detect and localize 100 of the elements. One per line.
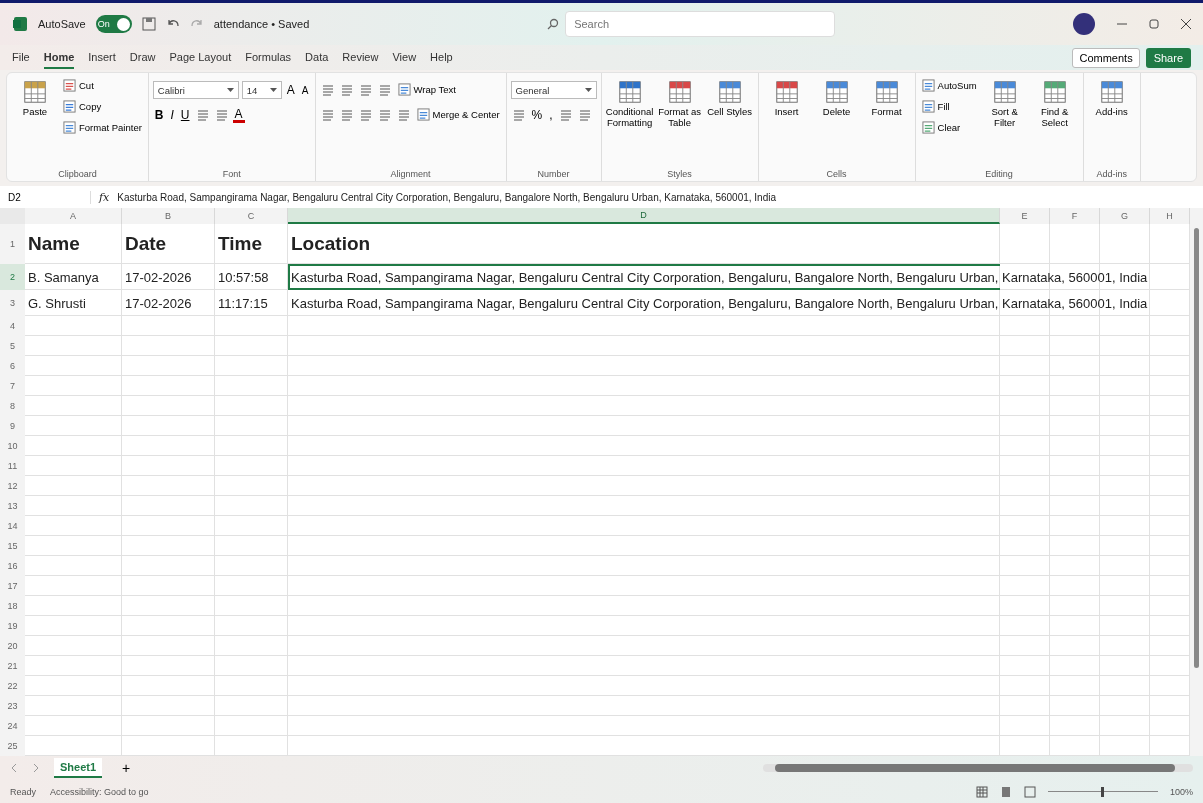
row-header[interactable]: 22 xyxy=(0,676,25,696)
ribbon-button[interactable]: Format xyxy=(862,77,911,120)
row-header[interactable]: 15 xyxy=(0,536,25,556)
column-header[interactable]: B xyxy=(122,208,215,224)
row-header[interactable]: 23 xyxy=(0,696,25,716)
italic-button[interactable]: I xyxy=(168,108,176,122)
row-header[interactable]: 14 xyxy=(0,516,25,536)
add-sheet-button[interactable]: + xyxy=(116,759,137,777)
ribbon-button[interactable]: Insert xyxy=(762,77,811,120)
avatar[interactable] xyxy=(1073,13,1095,35)
ribbon-button[interactable]: Add-ins xyxy=(1087,77,1136,120)
ribbon-button[interactable]: Conditional Formatting xyxy=(605,77,654,131)
bold-button[interactable]: B xyxy=(152,108,166,122)
menu-tab[interactable]: Insert xyxy=(88,46,116,69)
previous-sheet-icon[interactable] xyxy=(10,763,18,773)
comments-button[interactable]: Comments xyxy=(1072,47,1140,68)
row-header[interactable]: 6 xyxy=(0,356,25,376)
menu-tab[interactable]: Home xyxy=(43,46,75,69)
search-field[interactable]: Search xyxy=(565,11,836,37)
row-header[interactable]: 20 xyxy=(0,636,25,656)
share-button[interactable]: Share xyxy=(1145,47,1191,68)
column-header[interactable]: D xyxy=(288,208,1000,224)
autosave-toggle[interactable]: On xyxy=(95,15,132,33)
row-header[interactable]: 10 xyxy=(0,436,25,456)
column-header[interactable]: G xyxy=(1100,208,1150,224)
row-header[interactable]: 25 xyxy=(0,736,25,756)
column-header[interactable]: C xyxy=(215,208,288,224)
document-title[interactable]: attendance • Saved xyxy=(213,18,310,30)
page-break-icon[interactable] xyxy=(1023,785,1036,798)
row-header[interactable]: 24 xyxy=(0,716,25,736)
row-header[interactable]: 13 xyxy=(0,496,25,516)
row-header[interactable]: 18 xyxy=(0,596,25,616)
grid-icon xyxy=(1098,79,1125,105)
ribbon-button[interactable]: Merge & Center xyxy=(414,106,502,123)
column-header[interactable]: A xyxy=(25,208,122,224)
dropdown-field[interactable]: 14 xyxy=(241,81,282,99)
ribbon-button[interactable]: Wrap Text xyxy=(395,81,458,98)
name-box[interactable]: D2 xyxy=(6,190,91,204)
column-header[interactable]: F xyxy=(1050,208,1100,224)
ribbon-button[interactable]: Format as Table xyxy=(655,77,704,131)
dropdown-field[interactable]: General xyxy=(510,81,597,99)
column-header[interactable]: E xyxy=(1000,208,1050,224)
close-icon[interactable] xyxy=(1181,19,1191,29)
menu-tab[interactable]: Review xyxy=(342,46,379,69)
menu-tab[interactable]: Help xyxy=(430,46,453,69)
group-label: Number xyxy=(536,169,571,179)
zoom-thumb[interactable] xyxy=(1101,786,1105,797)
menu-tab[interactable]: Draw xyxy=(129,46,156,69)
underline-button[interactable]: U xyxy=(178,108,192,122)
restore-icon[interactable] xyxy=(1149,19,1159,29)
ribbon-button[interactable]: Sort & Filter xyxy=(980,77,1029,131)
row-header[interactable]: 2 xyxy=(0,264,25,290)
sheet-tab[interactable]: Sheet1 xyxy=(54,758,103,778)
ribbon-button[interactable]: Clear xyxy=(919,119,979,136)
menu-tab[interactable]: Page Layout xyxy=(169,46,232,69)
row-header[interactable]: 19 xyxy=(0,616,25,636)
save-icon[interactable] xyxy=(141,17,156,31)
menu-tab[interactable]: View xyxy=(392,46,417,69)
decrease-font-size-button[interactable]: A xyxy=(299,84,311,96)
row-header[interactable]: 8 xyxy=(0,396,25,416)
row-header[interactable]: 9 xyxy=(0,416,25,436)
menu-tab[interactable]: File xyxy=(12,46,30,69)
row-header[interactable]: 3 xyxy=(0,290,25,316)
format-icon xyxy=(397,83,411,96)
function-label[interactable]: fx xyxy=(99,190,110,204)
row-header[interactable]: 16 xyxy=(0,556,25,576)
row-header[interactable]: 4 xyxy=(0,316,25,336)
column-header[interactable]: H xyxy=(1150,208,1190,224)
row-header[interactable]: 12 xyxy=(0,476,25,496)
ribbon-button[interactable]: Cut xyxy=(61,77,144,94)
page-layout-icon[interactable] xyxy=(999,785,1012,798)
row-header[interactable]: 1 xyxy=(0,224,25,264)
next-sheet-icon[interactable] xyxy=(32,763,40,773)
ribbon-button[interactable]: Find & Select xyxy=(1030,77,1079,131)
ribbon-button[interactable]: Fill xyxy=(919,98,979,115)
dropdown-field[interactable]: Calibri xyxy=(152,81,239,99)
group-label: Alignment xyxy=(389,169,432,179)
comma-style-button[interactable]: , xyxy=(547,108,555,122)
row-header[interactable]: 17 xyxy=(0,576,25,596)
ribbon-button[interactable]: Format Painter xyxy=(61,119,144,136)
row-header[interactable]: 21 xyxy=(0,656,25,676)
formula-text[interactable]: Kasturba Road, Sampangirama Nagar, Bengaluru Central City Corporation, Bengaluru, Bangalore North, Bengaluru Urban, Karnataka, 560001, India xyxy=(117,191,776,203)
ribbon-button[interactable]: Copy xyxy=(61,98,144,115)
vertical-scrollbar[interactable] xyxy=(1190,208,1203,756)
percent-style-button[interactable]: % xyxy=(529,108,545,122)
font-color-button[interactable]: A xyxy=(232,107,245,123)
row-header[interactable]: 7 xyxy=(0,376,25,396)
increase-font-size-button[interactable]: A xyxy=(284,83,297,97)
horizontal-scrollbar[interactable] xyxy=(763,764,1193,772)
menu-tab[interactable]: Formulas xyxy=(245,46,292,69)
normal-view-icon[interactable] xyxy=(975,785,988,798)
row-header[interactable]: 5 xyxy=(0,336,25,356)
ribbon-button[interactable]: AutoSum xyxy=(919,77,979,94)
accessibility-status[interactable]: Accessibility: Good to go xyxy=(50,786,149,797)
zoom-level[interactable]: 100% xyxy=(1169,786,1193,797)
row-header[interactable]: 11 xyxy=(0,456,25,476)
menu-tab[interactable]: Data xyxy=(305,46,329,69)
ribbon-button[interactable]: Paste xyxy=(11,77,59,120)
ribbon-button[interactable]: Cell Styles xyxy=(705,77,754,120)
ribbon-button[interactable]: Delete xyxy=(812,77,861,120)
